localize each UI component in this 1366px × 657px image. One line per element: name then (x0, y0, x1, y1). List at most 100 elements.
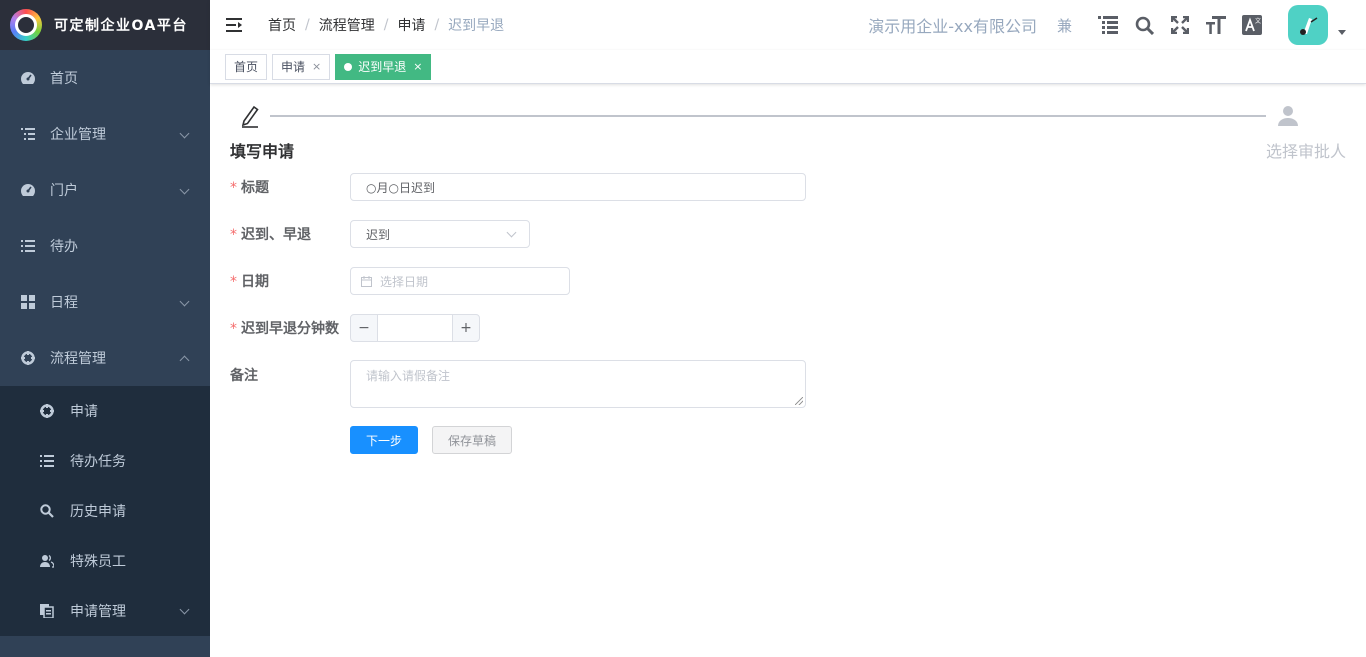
sidebar-item-apply[interactable]: 申请 (0, 386, 210, 436)
company-name[interactable]: 演示用企业-xx有限公司 (868, 13, 1037, 37)
font-size-icon[interactable] (1205, 14, 1227, 36)
sidebar-item-home[interactable]: 首页 (0, 50, 210, 106)
dashboard-icon (20, 70, 36, 86)
sidebar-item-label: 企业管理 (50, 127, 106, 143)
svg-text:文: 文 (1255, 17, 1261, 25)
breadcrumb-separator: / (305, 17, 310, 33)
sidebar-item-apply-manage[interactable]: 申请管理 (0, 586, 210, 636)
chevron-down-icon (179, 604, 190, 615)
type-select[interactable]: 迟到 (350, 220, 530, 248)
type-select-value: 迟到 (366, 227, 391, 242)
minutes-stepper: − + (350, 314, 480, 342)
close-icon[interactable]: × (413, 60, 422, 73)
calendar-icon (361, 275, 372, 287)
sidebar-item-enterprise[interactable]: 企业管理 (0, 106, 210, 162)
sidebar-item-label: 待办任务 (70, 454, 126, 470)
form-label: * 标题 (230, 180, 269, 196)
target-icon (20, 350, 36, 366)
sidebar-item-label: 待办 (50, 239, 78, 255)
sidebar-item-todo-tasks[interactable]: 待办任务 (0, 436, 210, 486)
logo[interactable]: 可定制企业OA平台 (0, 0, 210, 50)
date-picker[interactable]: 选择日期 (350, 267, 570, 295)
tag-apply[interactable]: 申请 × (272, 53, 331, 80)
title-input[interactable]: ○月○日迟到 (350, 173, 806, 201)
form-row-type: * 迟到、早退 迟到 (230, 220, 530, 248)
chevron-down-icon (506, 227, 517, 238)
breadcrumb-separator: / (383, 17, 389, 33)
search-icon (40, 504, 54, 518)
sidebar-item-process[interactable]: 流程管理 (0, 330, 210, 386)
sidebar-item-history[interactable]: 历史申请 (0, 486, 210, 536)
save-draft-button[interactable]: 保存草稿 (432, 426, 512, 454)
sidebar-item-portal[interactable]: 门户 (0, 162, 210, 218)
breadcrumb: 首页 / 流程管理 / 申请 / 迟到早退 (268, 15, 504, 35)
tag-label: 申请 (281, 60, 306, 74)
form-actions: 下一步 保存草稿 (350, 426, 512, 454)
avatar[interactable] (1288, 5, 1328, 45)
step-connector (270, 115, 1266, 117)
tree-list-icon (20, 126, 36, 142)
target-icon (40, 404, 54, 418)
tag-label: 迟到早退 (358, 60, 407, 74)
chevron-down-icon (179, 184, 190, 195)
sidebar-item-todo[interactable]: 待办 (0, 218, 210, 274)
remark-placeholder: 请输入请假备注 (366, 369, 451, 383)
next-button[interactable]: 下一步 (350, 426, 418, 454)
navbar: 首页 / 流程管理 / 申请 / 迟到早退 演示用企业-xx有限公司 兼 文 (210, 0, 1366, 50)
hamburger-icon[interactable] (210, 0, 260, 50)
sidebar-item-label: 申请管理 (70, 604, 126, 620)
fullscreen-icon[interactable] (1169, 14, 1191, 36)
breadcrumb-apply[interactable]: 申请 (397, 15, 425, 35)
app-title: 可定制企业OA平台 (54, 18, 188, 34)
sidebar-item-special-staff[interactable]: 特殊员工 (0, 536, 210, 586)
search-icon[interactable] (1133, 14, 1155, 36)
sidebar-item-label: 申请 (70, 404, 98, 420)
caret-down-icon[interactable] (1338, 29, 1346, 35)
chevron-up-icon (179, 355, 190, 366)
grid-icon (20, 294, 36, 310)
breadcrumb-current: 迟到早退 (448, 18, 505, 34)
breadcrumb-home[interactable]: 首页 (268, 15, 296, 35)
remark-textarea[interactable]: 请输入请假备注 (350, 360, 806, 408)
dashboard-icon (20, 182, 36, 198)
sidebar-item-label: 首页 (50, 71, 78, 87)
close-icon[interactable]: × (312, 60, 321, 73)
decrease-button[interactable]: − (350, 314, 378, 342)
submenu-process: 申请 待办任务 历史申请 特殊员工 申请管理 (0, 386, 210, 636)
edit-icon (238, 104, 262, 128)
breadcrumb-process[interactable]: 流程管理 (319, 15, 375, 35)
sidebar-item-label: 日程 (50, 295, 78, 311)
step-title-fill: 填写申请 (230, 142, 295, 161)
form-label: * 日期 (230, 274, 269, 290)
resize-handle-icon[interactable] (795, 397, 803, 405)
list-icon (20, 238, 36, 254)
sidebar-item-label: 特殊员工 (70, 554, 126, 570)
steps: 填写申请 选择审批人 (230, 100, 1366, 170)
sidebar-item-label: 门户 (50, 183, 78, 199)
chevron-down-icon (179, 296, 190, 307)
sidebar-item-label: 流程管理 (50, 351, 106, 367)
tag-home[interactable]: 首页 (225, 53, 268, 80)
minutes-input[interactable] (378, 314, 452, 342)
tags-view: 首页 申请 × 迟到早退 × (210, 50, 1366, 84)
sidebar-item-label: 历史申请 (70, 504, 126, 520)
date-placeholder: 选择日期 (380, 274, 429, 289)
navbar-right: 演示用企业-xx有限公司 兼 文 (868, 0, 1366, 50)
language-icon[interactable]: 文 (1241, 14, 1263, 36)
tag-label: 首页 (234, 60, 259, 74)
active-dot-icon (344, 62, 353, 71)
sidebar-item-schedule[interactable]: 日程 (0, 274, 210, 330)
peoples-icon (40, 554, 54, 568)
list-icon (40, 454, 54, 468)
user-icon (1276, 104, 1300, 128)
form-row-minutes: * 迟到早退分钟数 − + (230, 314, 480, 342)
form-row-title: * 标题 ○月○日迟到 (230, 173, 806, 201)
form-label: * 迟到、早退 (230, 227, 311, 243)
form-label: * 迟到早退分钟数 (230, 321, 339, 337)
part-time-indicator[interactable]: 兼 (1057, 15, 1072, 36)
breadcrumb-separator: / (434, 17, 440, 33)
form-row-date: * 日期 选择日期 (230, 267, 570, 295)
tag-late-early[interactable]: 迟到早退 × (335, 53, 432, 80)
increase-button[interactable]: + (452, 314, 480, 342)
tree-list-icon[interactable] (1097, 14, 1119, 36)
